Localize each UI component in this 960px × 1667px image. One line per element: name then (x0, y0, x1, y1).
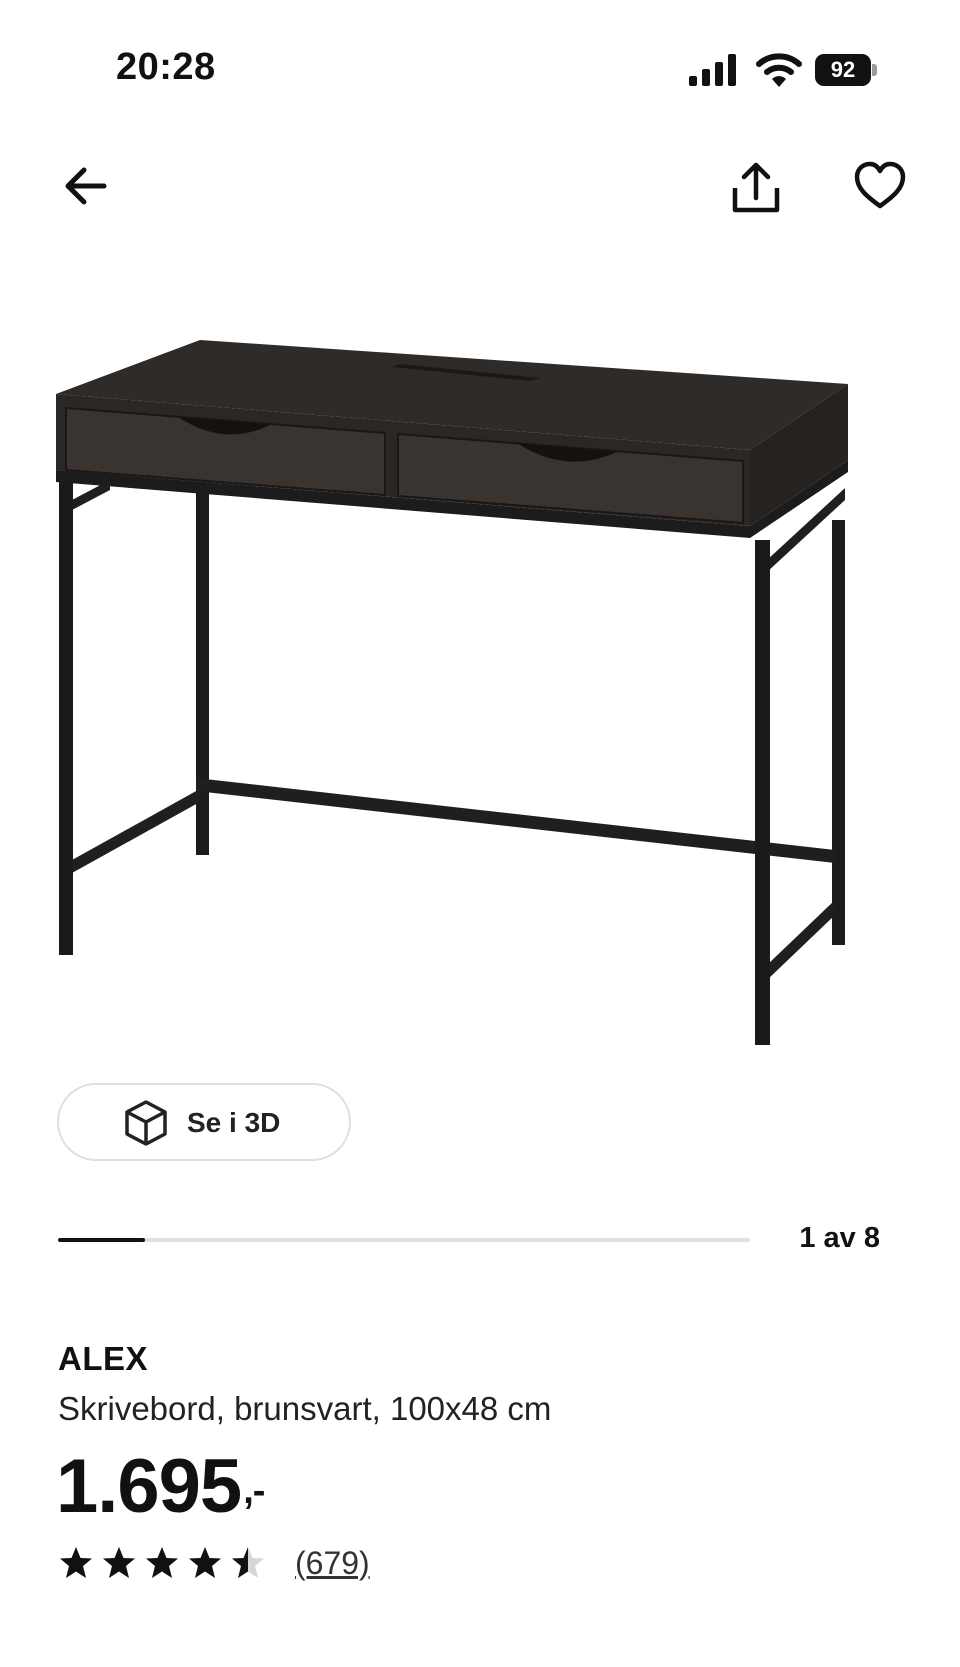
star-icon (60, 1547, 92, 1578)
desk-leg-front-left (59, 480, 73, 955)
star-icon (146, 1547, 178, 1578)
desk-leg-back-right (832, 520, 845, 945)
heart-icon (854, 161, 906, 209)
wifi-icon (756, 53, 802, 87)
product-rating[interactable]: (679) (58, 1540, 370, 1586)
price-suffix: ,- (243, 1470, 265, 1512)
battery-cap (872, 64, 877, 76)
product-description: Skrivebord, brunsvart, 100x48 cm (58, 1390, 552, 1427)
view-in-3d-label: Se i 3D (187, 1107, 281, 1138)
desk-brace-right (767, 900, 835, 980)
star-icon (189, 1547, 221, 1578)
cellular-signal-icon (689, 54, 736, 86)
price-value: 1.695 (56, 1444, 242, 1529)
status-time: 20:28 (116, 46, 216, 88)
desk-crossbar (196, 778, 835, 863)
star-icon (232, 1547, 264, 1578)
status-bar: 20:28 92 (0, 0, 960, 140)
rating-stars (58, 1545, 273, 1581)
review-count-link[interactable]: (679) (295, 1545, 370, 1582)
view-in-3d-button[interactable]: Se i 3D (57, 1083, 351, 1161)
star-icon (103, 1547, 135, 1578)
image-carousel-progress (58, 1238, 750, 1242)
product-name: ALEX (58, 1340, 149, 1377)
back-button[interactable] (58, 158, 118, 214)
desk-brace-left (72, 790, 198, 873)
share-icon (732, 162, 780, 213)
arrow-left-icon (65, 167, 107, 205)
image-counter: 1 av 8 (799, 1222, 880, 1254)
cube-3d-icon (125, 1100, 167, 1146)
battery-indicator: 92 (815, 54, 877, 86)
share-button[interactable] (726, 158, 786, 218)
favorite-button[interactable] (852, 158, 908, 214)
image-carousel-progress-fill (58, 1238, 145, 1242)
product-price: 1.695,- (56, 1442, 265, 1532)
battery-level: 92 (815, 54, 871, 86)
desk-leg-front-right (755, 540, 770, 1045)
product-image[interactable] (40, 340, 920, 1120)
